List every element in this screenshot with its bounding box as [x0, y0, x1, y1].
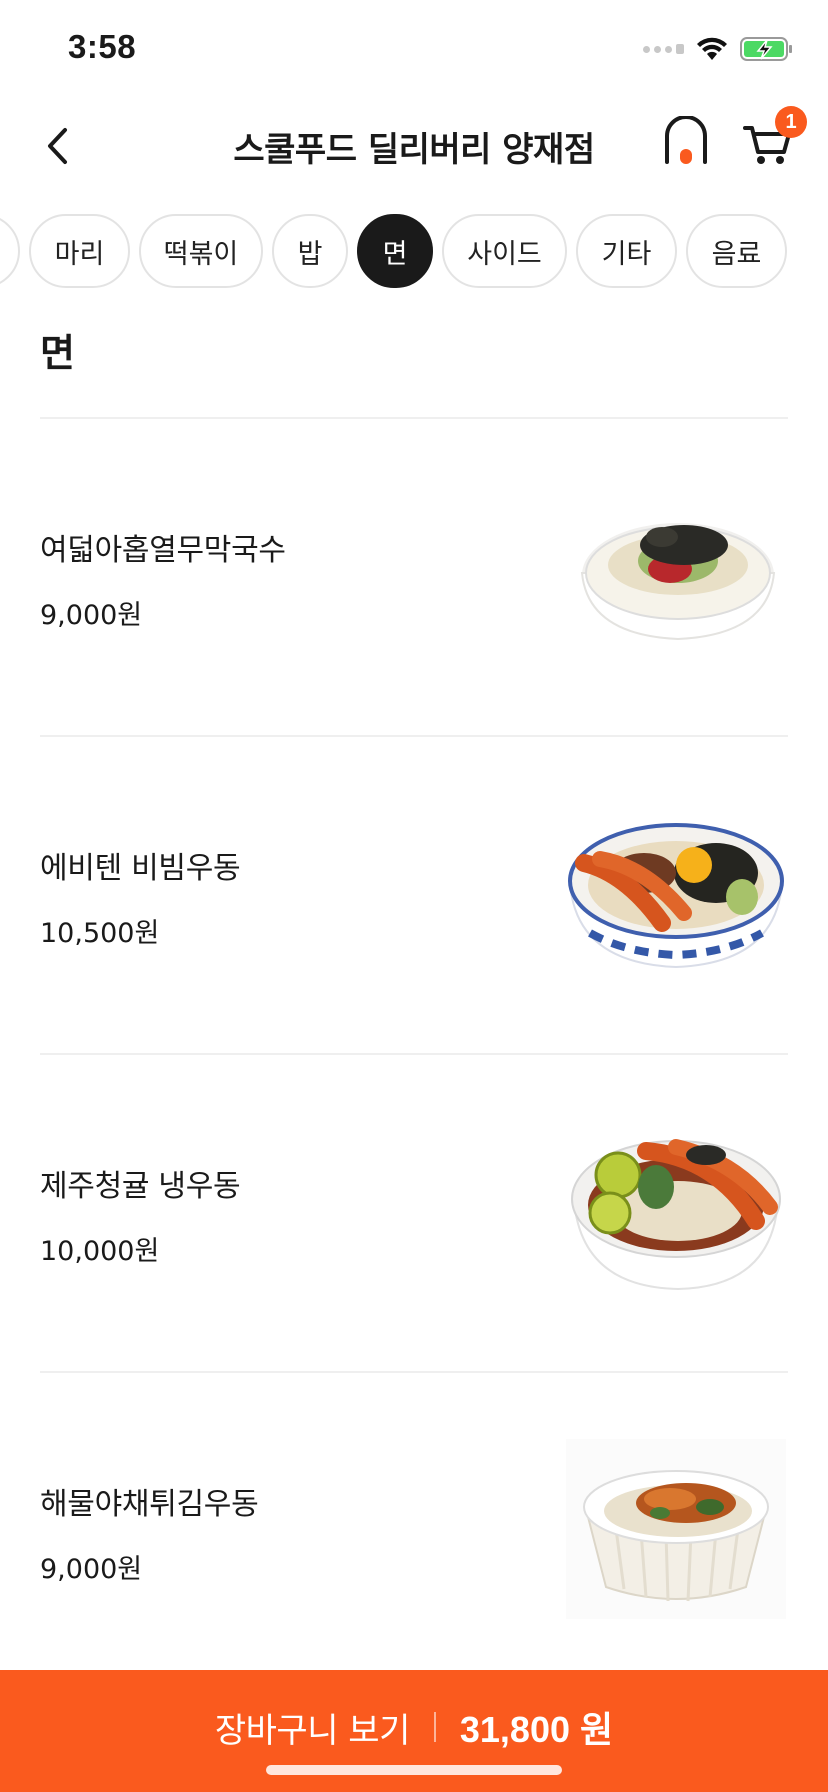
menu-item-price: 10,500원 [40, 918, 160, 949]
category-chip-noodles[interactable]: 면 [357, 214, 433, 288]
menu-item[interactable]: 에비텐 비빔우동 10,500원 [0, 737, 828, 1053]
signal-icon [643, 44, 684, 54]
menu-item-name: 해물야채튀김우동 [40, 1487, 259, 1522]
home-indicator [266, 1765, 562, 1775]
menu-item-name: 여덟아홉열무막국수 [40, 533, 286, 568]
menu-item-price: 9,000원 [40, 1554, 143, 1585]
cart-bar-separator [433, 1712, 436, 1742]
view-cart-label: 장바구니 보기 [214, 1710, 411, 1751]
category-chip-tteokbokki[interactable]: 떡볶이 [139, 214, 263, 288]
home-icon [665, 115, 707, 164]
menu-item-name: 제주청귤 냉우동 [40, 1169, 241, 1204]
category-chip-partial[interactable] [0, 214, 20, 288]
category-chip-etc[interactable]: 기타 [576, 214, 677, 288]
status-bar: 3:58 [0, 0, 828, 96]
menu-item-name: 에비텐 비빔우동 [40, 851, 241, 886]
category-chip-drinks[interactable]: 음료 [686, 214, 787, 288]
cart-count-badge: 1 [775, 106, 807, 138]
section-title: 면 [40, 331, 75, 375]
battery-charging-icon [740, 37, 792, 61]
menu-item-price: 10,000원 [40, 1236, 160, 1267]
category-chip-mari[interactable]: 마리 [29, 214, 130, 288]
noodle-bowl-seaweed-image [580, 523, 776, 641]
status-time: 3:58 [68, 28, 137, 65]
header: 스쿨푸드 딜리버리 양재점 [0, 96, 828, 196]
category-chip-rice[interactable]: 밥 [272, 214, 348, 288]
status-icons [643, 34, 794, 64]
menu-item[interactable]: 여덟아홉열무막국수 9,000원 [0, 419, 828, 735]
shrimp-tempura-udon-image [568, 823, 784, 969]
menu-item-price: 9,000원 [40, 600, 143, 631]
wifi-icon [697, 37, 727, 60]
citrus-cold-udon-image [571, 1139, 781, 1291]
menu-item[interactable]: 제주청귤 냉우동 10,000원 [0, 1055, 828, 1371]
cart-total-amount: 31,800 원 [459, 1709, 614, 1750]
category-chip-side[interactable]: 사이드 [442, 214, 567, 288]
home-button[interactable] [662, 115, 718, 176]
menu-item[interactable]: 해물야채튀김우동 9,000원 [0, 1373, 828, 1689]
category-tab-bar: 마리 떡볶이 밥 면 사이드 기타 음료 [0, 214, 828, 290]
seafood-vegetable-udon-image [566, 1439, 786, 1619]
